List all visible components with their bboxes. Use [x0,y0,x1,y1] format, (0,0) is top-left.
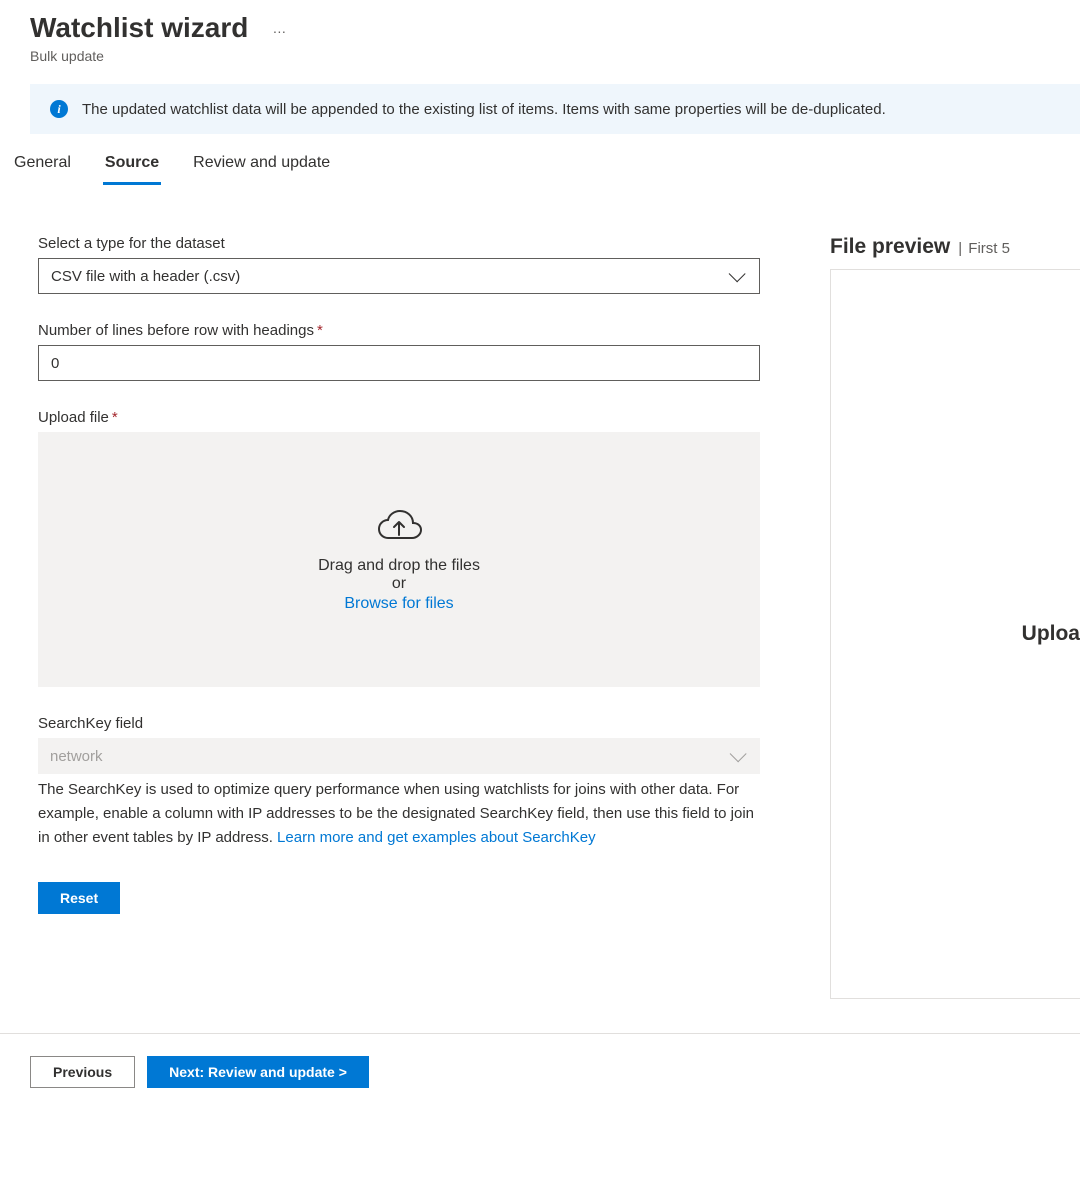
searchkey-learn-more-link[interactable]: Learn more and get examples about Search… [277,829,596,846]
required-icon: * [317,322,323,339]
reset-button[interactable]: Reset [38,882,120,914]
page-title: Watchlist wizard [30,12,248,44]
wizard-footer: Previous Next: Review and update > [0,1033,1080,1110]
tab-general[interactable]: General [12,148,73,185]
more-actions-icon[interactable]: … [272,20,287,36]
searchkey-value: network [50,748,103,765]
info-icon: i [50,100,68,118]
file-preview-empty-text: Uploa [1022,622,1080,646]
tab-source[interactable]: Source [103,148,161,185]
required-icon: * [112,409,118,426]
searchkey-label: SearchKey field [38,715,760,732]
upload-file-label: Upload file* [38,409,760,426]
searchkey-help-text: The SearchKey is used to optimize query … [38,778,760,850]
file-preview-title: File preview [830,235,950,259]
previous-button[interactable]: Previous [30,1056,135,1088]
chevron-down-icon [729,265,746,282]
dataset-type-select[interactable]: CSV file with a header (.csv) [38,258,760,294]
upload-file-label-text: Upload file [38,409,109,426]
dropzone-text-2: or [392,575,406,593]
num-lines-label: Number of lines before row with headings… [38,322,760,339]
upload-dropzone[interactable]: Drag and drop the files or Browse for fi… [38,432,760,687]
file-preview-box: Uploa [830,269,1080,999]
dataset-type-value: CSV file with a header (.csv) [51,268,240,285]
searchkey-select: network [38,738,760,774]
cloud-upload-icon [375,507,423,545]
file-preview-subtitle: First 5 [958,240,1010,257]
dataset-type-label: Select a type for the dataset [38,235,760,252]
tab-review[interactable]: Review and update [191,148,332,185]
page-subtitle: Bulk update [30,48,1050,64]
browse-files-link[interactable]: Browse for files [344,595,453,613]
dropzone-text-1: Drag and drop the files [318,557,480,575]
wizard-tabs: General Source Review and update [0,134,1080,185]
info-banner-text: The updated watchlist data will be appen… [82,101,886,118]
info-banner: i The updated watchlist data will be app… [30,84,1080,134]
num-lines-input[interactable]: 0 [38,345,760,381]
next-button[interactable]: Next: Review and update > [147,1056,369,1088]
num-lines-value: 0 [51,355,59,372]
chevron-down-icon [730,745,747,762]
num-lines-label-text: Number of lines before row with headings [38,322,314,339]
